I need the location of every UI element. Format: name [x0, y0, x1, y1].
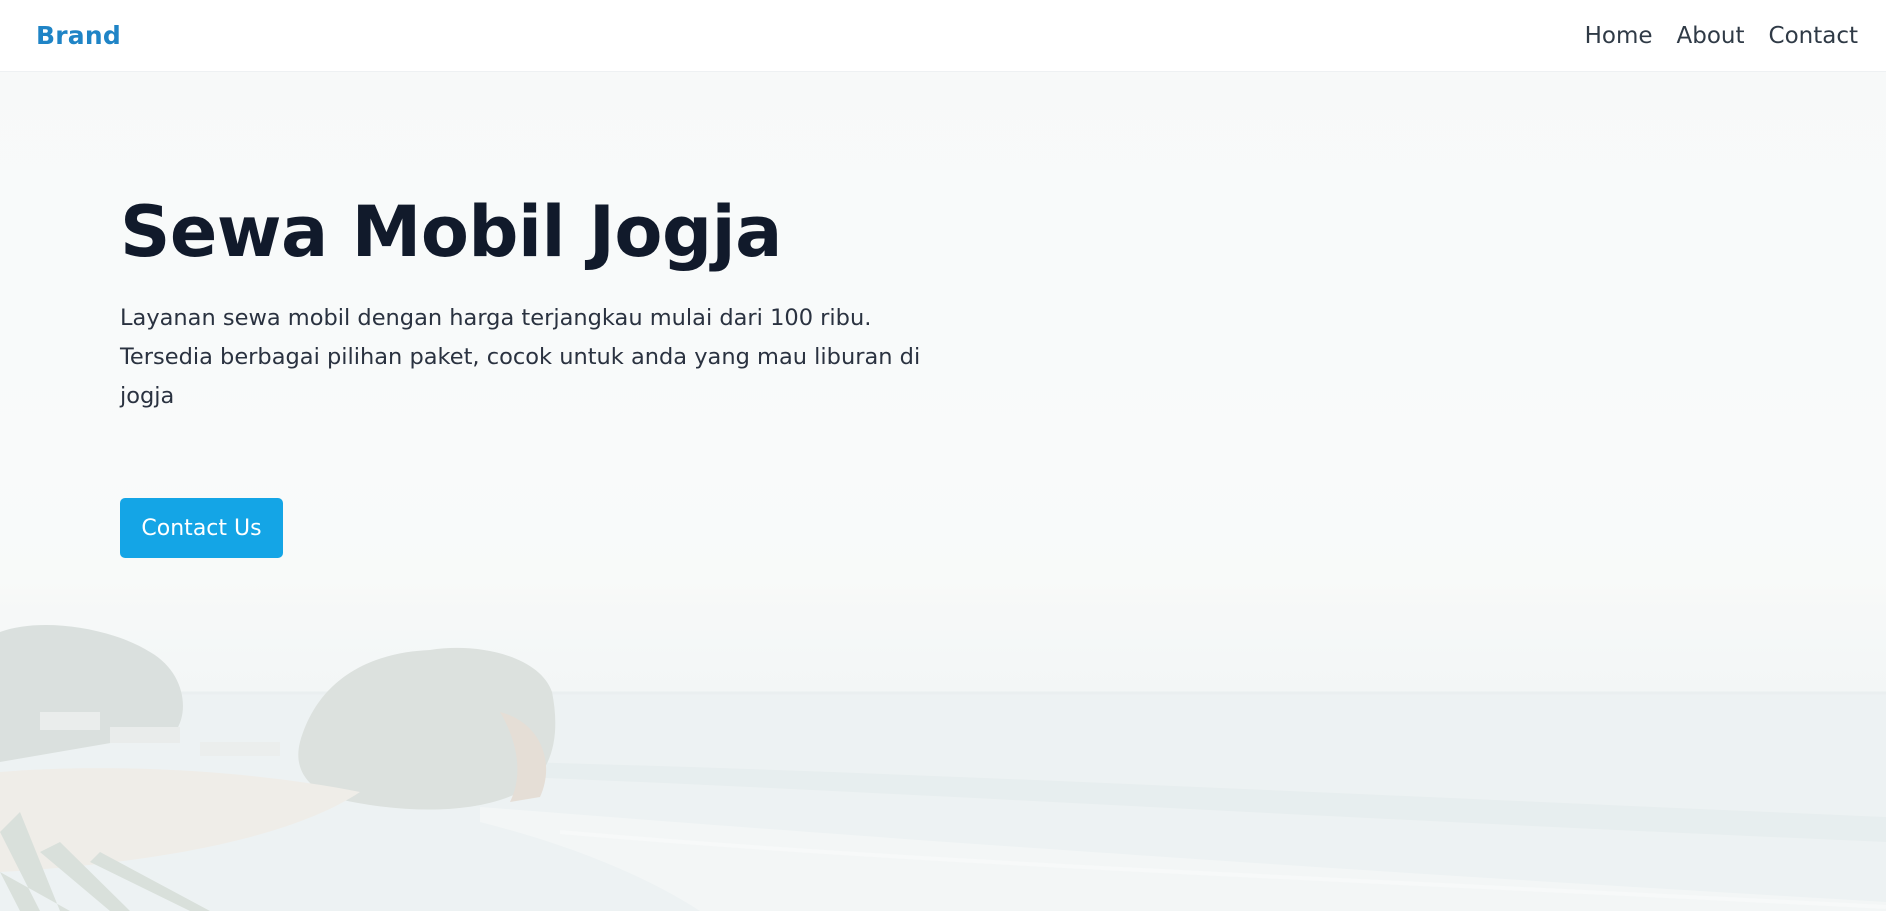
nav-link-contact[interactable]: Contact	[1769, 23, 1858, 49]
nav-link-home[interactable]: Home	[1585, 23, 1653, 49]
top-navbar: Brand Home About Contact	[0, 0, 1886, 72]
hero-section: Sewa Mobil Jogja Layanan sewa mobil deng…	[0, 72, 1886, 911]
hero-description: Layanan sewa mobil dengan harga terjangk…	[120, 304, 921, 409]
hero-title: Sewa Mobil Jogja	[120, 191, 782, 273]
hero-content: Sewa Mobil Jogja Layanan sewa mobil deng…	[120, 192, 980, 416]
nav-link-about[interactable]: About	[1677, 23, 1745, 49]
nav-links: Home About Contact	[1585, 23, 1858, 49]
brand-logo[interactable]: Brand	[36, 21, 121, 50]
contact-us-button[interactable]: Contact Us	[120, 498, 283, 558]
